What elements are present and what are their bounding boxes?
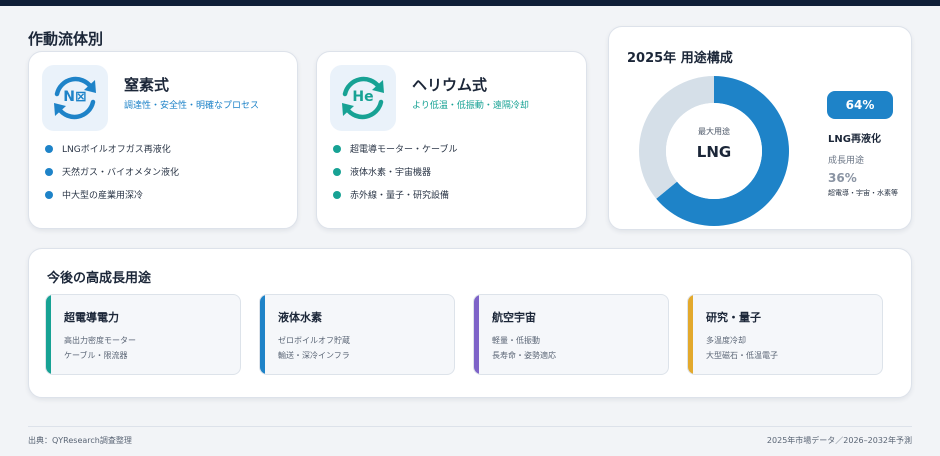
nitrogen-icon-letters: N⊠: [63, 89, 87, 105]
accent-bar: [688, 295, 693, 374]
bullet-dot: [45, 167, 53, 176]
top-bar: [0, 0, 940, 6]
lng-label: LNG再液化: [828, 134, 881, 145]
application-name: 液体水素: [278, 311, 322, 324]
footer-source: 出典：QYResearch調査整理: [28, 436, 132, 445]
accent-bar: [474, 295, 479, 374]
bullet-dot: [333, 190, 341, 199]
application-card-aerospace: 航空宇宙 軽量・低振動 長寿命・姿勢適応: [473, 294, 669, 375]
bullet-dot: [333, 167, 341, 176]
application-detail: 多温度冷却: [706, 336, 746, 345]
pie-chart-card: 2025年 用途構成 最大用途 LNG 64% LNG再液化 成長用途 36% …: [608, 26, 912, 230]
bullet-text: 赤外線・量子・研究設備: [350, 191, 450, 201]
bullet-text: LNGボイルオフガス再液化: [62, 145, 171, 155]
donut-center-caption: 最大用途: [698, 127, 730, 136]
method-title: 窒素式: [124, 76, 170, 94]
helium-icon: He: [330, 65, 396, 131]
method-bullet-list: 超電導モーター・ケーブル 液体水素・宇宙機器 赤外線・量子・研究設備: [333, 137, 457, 206]
share-badge: 64%: [827, 91, 893, 119]
donut-center-value: LNG: [696, 143, 732, 161]
growth-percent: 36%: [828, 171, 857, 185]
method-card-nitrogen: N⊠ 窒素式 調達性・安全性・明確なプロセス LNGボイルオフガス再液化 天然ガ…: [28, 51, 298, 229]
nitrogen-icon: N⊠: [42, 65, 108, 131]
list-item: LNGボイルオフガス再液化: [45, 137, 179, 160]
accent-bar: [260, 295, 265, 374]
growth-label: 成長用途: [828, 156, 865, 166]
method-subtitle: 調達性・安全性・明確なプロセス: [124, 101, 260, 111]
list-item: 天然ガス・バイオメタン液化: [45, 160, 179, 183]
method-title: ヘリウム式: [412, 76, 488, 94]
accent-bar: [46, 295, 51, 374]
application-detail: ゼロボイルオフ貯蔵: [278, 336, 350, 345]
footer-divider: [28, 426, 912, 427]
method-subtitle: より低温・低振動・遠隔冷却: [412, 101, 529, 111]
bullet-text: 超電導モーター・ケーブル: [350, 145, 458, 155]
application-name: 研究・量子: [706, 311, 761, 324]
applications-card: 今後の高成長用途 超電導電力 高出力密度モーター ケーブル・限流器 液体水素 ゼ…: [28, 248, 912, 398]
bullet-text: 天然ガス・バイオメタン液化: [62, 168, 180, 178]
list-item: 超電導モーター・ケーブル: [333, 137, 457, 160]
bullet-dot: [45, 190, 53, 199]
footer-note: 2025年市場データ／2026–2032年予測: [766, 436, 912, 445]
bullet-dot: [45, 144, 53, 153]
application-detail: 軽量・低振動: [492, 336, 540, 345]
application-detail: 輸送・深冷インフラ: [278, 351, 350, 360]
list-item: 中大型の産業用深冷: [45, 183, 179, 206]
bullet-text: 中大型の産業用深冷: [62, 191, 144, 201]
application-name: 超電導電力: [64, 311, 119, 324]
applications-title: 今後の高成長用途: [47, 271, 152, 286]
section-title: 作動流体別: [28, 30, 104, 48]
method-card-helium: He ヘリウム式 より低温・低振動・遠隔冷却 超電導モーター・ケーブル 液体水素…: [316, 51, 587, 229]
bullet-dot: [333, 144, 341, 153]
application-detail: 高出力密度モーター: [64, 336, 136, 345]
application-detail: ケーブル・限流器: [64, 351, 128, 360]
list-item: 液体水素・宇宙機器: [333, 160, 457, 183]
helium-icon-letters: He: [352, 89, 374, 105]
application-name: 航空宇宙: [492, 311, 536, 324]
application-detail: 長寿命・姿勢適応: [492, 351, 556, 360]
application-card-hydrogen: 液体水素 ゼロボイルオフ貯蔵 輸送・深冷インフラ: [259, 294, 455, 375]
application-card-superconducting: 超電導電力 高出力密度モーター ケーブル・限流器: [45, 294, 241, 375]
application-detail: 大型磁石・低温電子: [706, 351, 778, 360]
method-bullet-list: LNGボイルオフガス再液化 天然ガス・バイオメタン液化 中大型の産業用深冷: [45, 137, 179, 206]
growth-detail-label: 超電導・宇宙・水素等: [828, 189, 898, 197]
bullet-text: 液体水素・宇宙機器: [350, 168, 432, 178]
list-item: 赤外線・量子・研究設備: [333, 183, 457, 206]
application-card-research: 研究・量子 多温度冷却 大型磁石・低温電子: [687, 294, 883, 375]
